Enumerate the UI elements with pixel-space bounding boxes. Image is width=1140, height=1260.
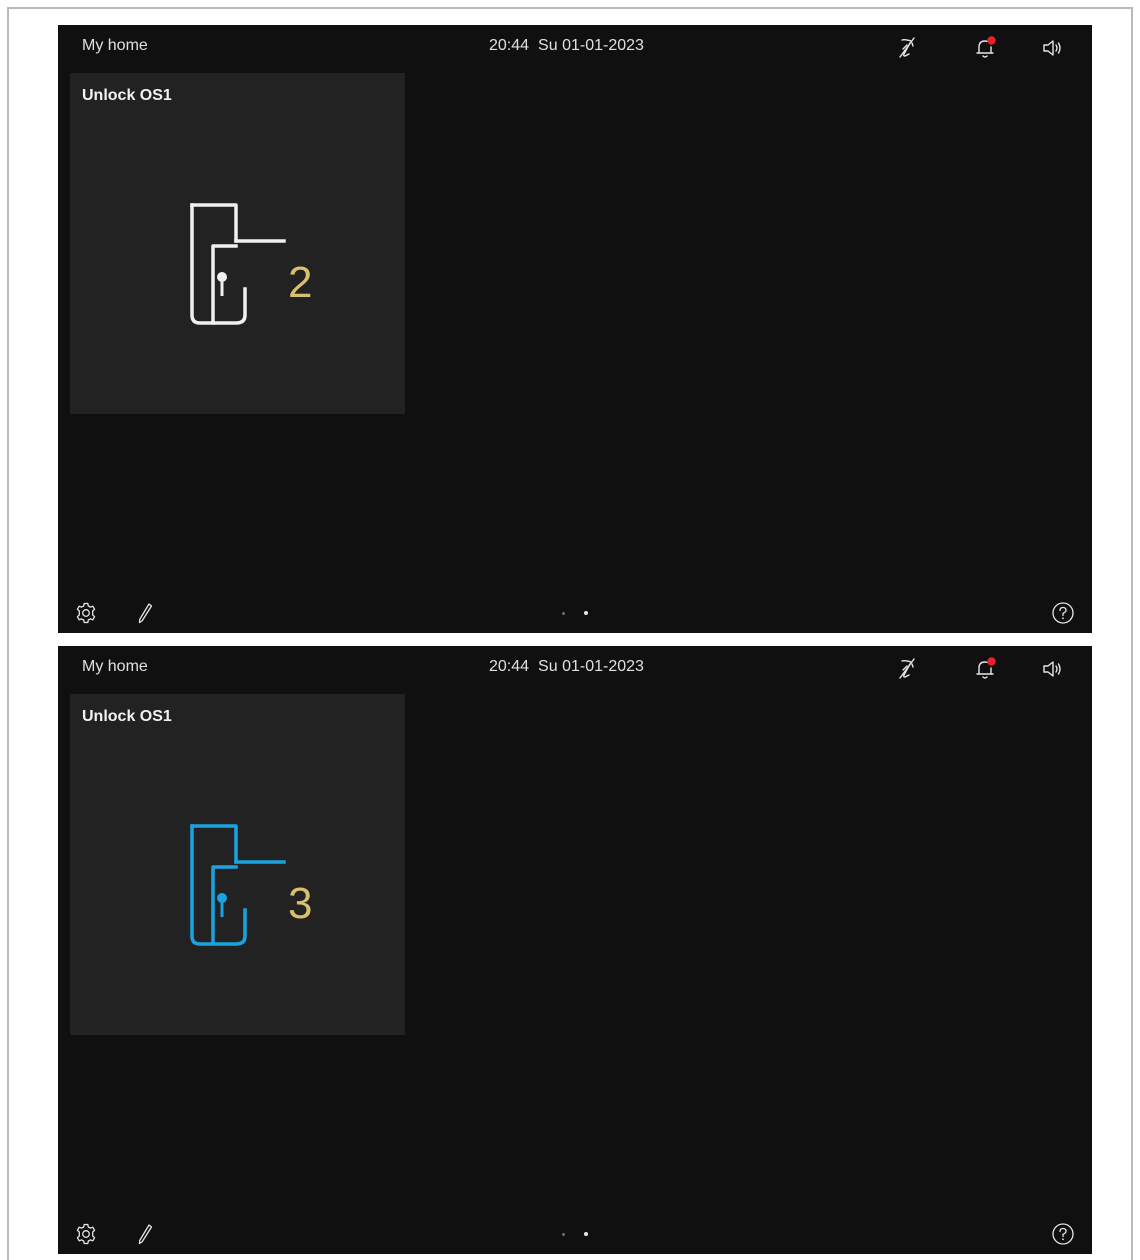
page-dot-2[interactable] xyxy=(584,1232,588,1236)
home-title[interactable]: My home xyxy=(82,37,148,55)
help-icon[interactable] xyxy=(1051,601,1075,625)
door-handle-lock-icon xyxy=(188,203,288,325)
page-dot-1[interactable] xyxy=(562,612,565,615)
status-bar: My home 20:44 Su 01-01-2023 xyxy=(58,646,1092,690)
phone-muted-icon[interactable] xyxy=(894,35,920,61)
time-display: 20:44 xyxy=(489,37,530,54)
door-handle-lock-icon xyxy=(188,824,288,946)
page-indicator[interactable] xyxy=(558,1232,598,1238)
bell-notification-icon[interactable] xyxy=(972,656,998,682)
settings-gear-icon[interactable] xyxy=(74,1222,98,1246)
unlock-tile[interactable]: Unlock OS1 2 xyxy=(70,73,405,414)
tile-title: Unlock OS1 xyxy=(82,87,172,104)
settings-gear-icon[interactable] xyxy=(74,601,98,625)
phone-muted-icon[interactable] xyxy=(894,656,920,682)
home-title[interactable]: My home xyxy=(82,658,148,676)
help-icon[interactable] xyxy=(1051,1222,1075,1246)
date-display: Su 01-01-2023 xyxy=(538,658,644,675)
page-indicator[interactable] xyxy=(558,611,598,617)
bell-notification-icon[interactable] xyxy=(972,35,998,61)
lock-count: 2 xyxy=(288,258,313,307)
clock: 20:44 Su 01-01-2023 xyxy=(489,658,644,676)
page-dot-1[interactable] xyxy=(562,1233,565,1236)
time-display: 20:44 xyxy=(489,658,530,675)
page-dot-2[interactable] xyxy=(584,611,588,615)
lock-count: 3 xyxy=(288,879,313,928)
bottom-bar xyxy=(58,593,1092,633)
tile-title: Unlock OS1 xyxy=(82,708,172,725)
edit-pencil-icon[interactable] xyxy=(133,601,157,625)
edit-pencil-icon[interactable] xyxy=(133,1222,157,1246)
panel-screen-2: My home 20:44 Su 01-01-2023 Unlock OS1 3 xyxy=(58,646,1092,1254)
speaker-icon[interactable] xyxy=(1039,35,1065,61)
clock: 20:44 Su 01-01-2023 xyxy=(489,37,644,55)
speaker-icon[interactable] xyxy=(1039,656,1065,682)
bottom-bar xyxy=(58,1214,1092,1254)
panel-screen-1: My home 20:44 Su 01-01-2023 Unlock OS1 2 xyxy=(58,25,1092,633)
status-bar: My home 20:44 Su 01-01-2023 xyxy=(58,25,1092,69)
unlock-tile[interactable]: Unlock OS1 3 xyxy=(70,694,405,1035)
date-display: Su 01-01-2023 xyxy=(538,37,644,54)
